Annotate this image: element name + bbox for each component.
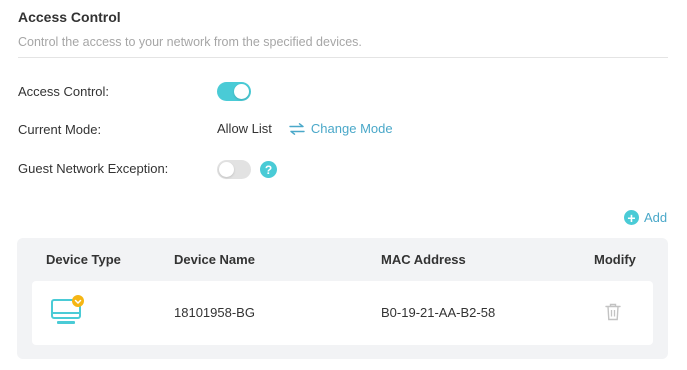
- current-mode-label: Current Mode:: [18, 122, 102, 137]
- help-glyph: ?: [264, 162, 273, 177]
- divider: [18, 57, 668, 58]
- trash-icon[interactable]: [605, 303, 621, 321]
- table-row: 18101958-BG B0-19-21-AA-B2-58: [32, 281, 653, 345]
- header-device-type: Device Type: [46, 252, 121, 267]
- change-mode-link[interactable]: Change Mode: [289, 121, 393, 136]
- device-name-cell: 18101958-BG: [174, 305, 255, 320]
- toggle-knob: [234, 84, 249, 99]
- section-title: Access Control: [18, 9, 121, 25]
- access-control-value: [217, 82, 251, 101]
- device-table: Device Type Device Name MAC Address Modi…: [17, 238, 668, 359]
- add-button[interactable]: + Add: [624, 210, 667, 225]
- guest-exception-value: ?: [217, 160, 277, 179]
- computer-icon: [51, 295, 84, 324]
- header-device-name: Device Name: [174, 252, 255, 267]
- access-control-label: Access Control:: [18, 84, 110, 99]
- current-mode-value: Allow List: [217, 121, 272, 136]
- swap-arrows-icon: [289, 122, 305, 135]
- change-mode-label: Change Mode: [310, 121, 393, 136]
- guest-exception-toggle[interactable]: [217, 160, 251, 179]
- plus-icon: +: [624, 210, 639, 225]
- add-label: Add: [644, 210, 668, 225]
- toggle-knob: [219, 162, 234, 177]
- header-modify: Modify: [594, 252, 636, 267]
- mac-address-cell: B0-19-21-AA-B2-58: [381, 305, 496, 320]
- access-control-toggle[interactable]: [217, 82, 251, 101]
- guest-exception-label: Guest Network Exception:: [18, 161, 169, 176]
- section-description: Control the access to your network from …: [18, 35, 362, 49]
- access-control-page: Access Control Control the access to you…: [0, 0, 687, 370]
- help-icon[interactable]: ?: [260, 161, 277, 178]
- header-mac-address: MAC Address: [381, 252, 466, 267]
- current-mode-value-group: Allow List Change Mode: [217, 121, 393, 136]
